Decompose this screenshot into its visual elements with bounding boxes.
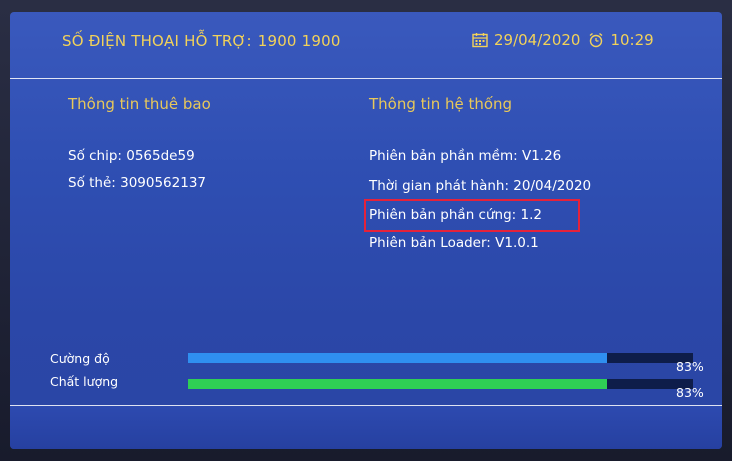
signal-strength-label: Cường độ	[50, 351, 110, 366]
alarm-clock-icon	[588, 32, 604, 48]
support-hotline: SỐ ĐIỆN THOẠI HỖ TRỢ: 1900 1900	[62, 32, 341, 50]
signal-quality-label: Chất lượng	[50, 374, 119, 389]
date-text: 29/04/2020	[494, 31, 581, 49]
date-time: 29/04/2020 10:29	[472, 30, 654, 50]
hotline-label: SỐ ĐIỆN THOẠI HỖ TRỢ:	[62, 32, 252, 50]
chip-id: Số chip: 0565de59	[68, 148, 195, 164]
signal-quality-percent: 83%	[676, 385, 704, 400]
header-bar: SỐ ĐIỆN THOẠI HỖ TRỢ: 1900 1900 29/04/202…	[10, 12, 722, 79]
signal-strength-fill	[188, 353, 608, 363]
hardware-version-highlight-box	[364, 199, 580, 232]
signal-strength-percent: 83%	[676, 359, 704, 374]
signal-quality-fill	[188, 379, 608, 389]
hotline-number: 1900 1900	[257, 32, 341, 50]
calendar-icon	[472, 32, 488, 48]
settop-info-screen: SỐ ĐIỆN THOẠI HỖ TRỢ: 1900 1900 29/04/202…	[10, 12, 722, 449]
subscriber-info-heading: Thông tin thuê bao	[68, 95, 211, 113]
release-date: Thời gian phát hành: 20/04/2020	[369, 178, 592, 194]
footer-bar	[10, 405, 722, 449]
signal-quality-bar	[188, 379, 693, 389]
signal-strength-bar	[188, 353, 693, 363]
loader-version: Phiên bản Loader: V1.0.1	[369, 235, 539, 251]
card-number: Số thẻ: 3090562137	[68, 175, 207, 191]
system-info-heading: Thông tin hệ thống	[369, 95, 513, 113]
time-text: 10:29	[610, 31, 654, 49]
software-version: Phiên bản phần mềm: V1.26	[369, 148, 562, 164]
